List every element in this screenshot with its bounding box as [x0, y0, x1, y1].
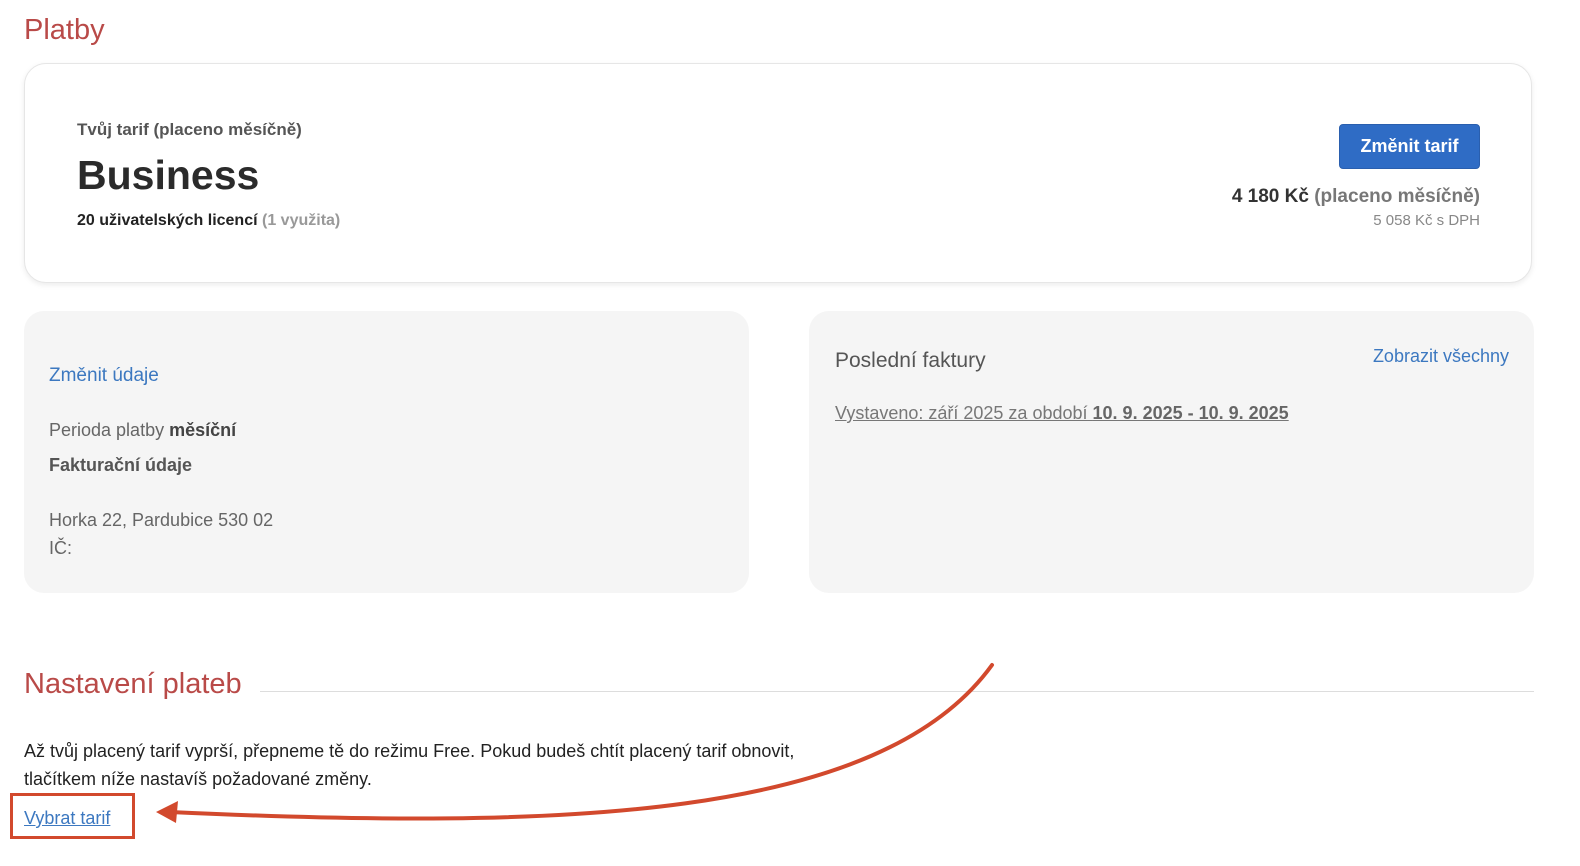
plan-label: Tvůj tarif (placeno měsíčně) — [77, 120, 302, 139]
change-plan-button[interactable]: Změnit tarif — [1339, 124, 1480, 169]
select-plan-link[interactable]: Vybrat tarif — [24, 808, 110, 829]
price-period: (placeno měsíčně) — [1314, 186, 1480, 207]
plan-price: 4 180 Kč (placeno měsíčně) — [1232, 186, 1480, 208]
edit-billing-link[interactable]: Změnit údaje — [49, 365, 159, 387]
licenses-count: 20 uživatelských licencí — [77, 212, 258, 229]
price-amount: 4 180 Kč — [1231, 186, 1309, 207]
show-all-invoices-link[interactable]: Zobrazit všechny — [1373, 346, 1509, 367]
payment-period: Perioda platby měsíční — [49, 420, 236, 441]
plan-name: Business — [77, 152, 260, 198]
billing-panel: Změnit údaje Perioda platby měsíční Fakt… — [24, 311, 749, 593]
invoice-item[interactable]: Vystaveno: září 2025 za období 10. 9. 20… — [835, 403, 1289, 424]
invoice-period: 10. 9. 2025 - 10. 9. 2025 — [1092, 403, 1289, 423]
select-plan-highlight: Vybrat tarif — [10, 793, 135, 839]
licenses-used: (1 využita) — [262, 212, 341, 229]
price-vat: 5 058 Kč s DPH — [1373, 212, 1480, 229]
section-divider — [260, 691, 1534, 692]
invoices-panel: Poslední faktury Zobrazit všechny Vystav… — [809, 311, 1534, 593]
page-title: Platby — [24, 14, 105, 46]
invoice-issued: Vystaveno: září 2025 za období — [835, 403, 1088, 423]
plan-licenses: 20 uživatelských licencí (1 využita) — [77, 212, 340, 230]
settings-description: Až tvůj placený tarif vyprší, přepneme t… — [24, 741, 795, 789]
period-label: Perioda platby — [49, 420, 165, 440]
period-value: měsíční — [169, 420, 237, 440]
invoices-title: Poslední faktury — [835, 349, 986, 372]
billing-ic: IČ: — [49, 538, 73, 558]
billing-title: Fakturační údaje — [49, 455, 193, 475]
billing-address: Horka 22, Pardubice 530 02 — [49, 510, 274, 530]
plan-card: Tvůj tarif (placeno měsíčně) Business 20… — [24, 63, 1532, 283]
settings-title: Nastavení plateb — [24, 668, 254, 701]
